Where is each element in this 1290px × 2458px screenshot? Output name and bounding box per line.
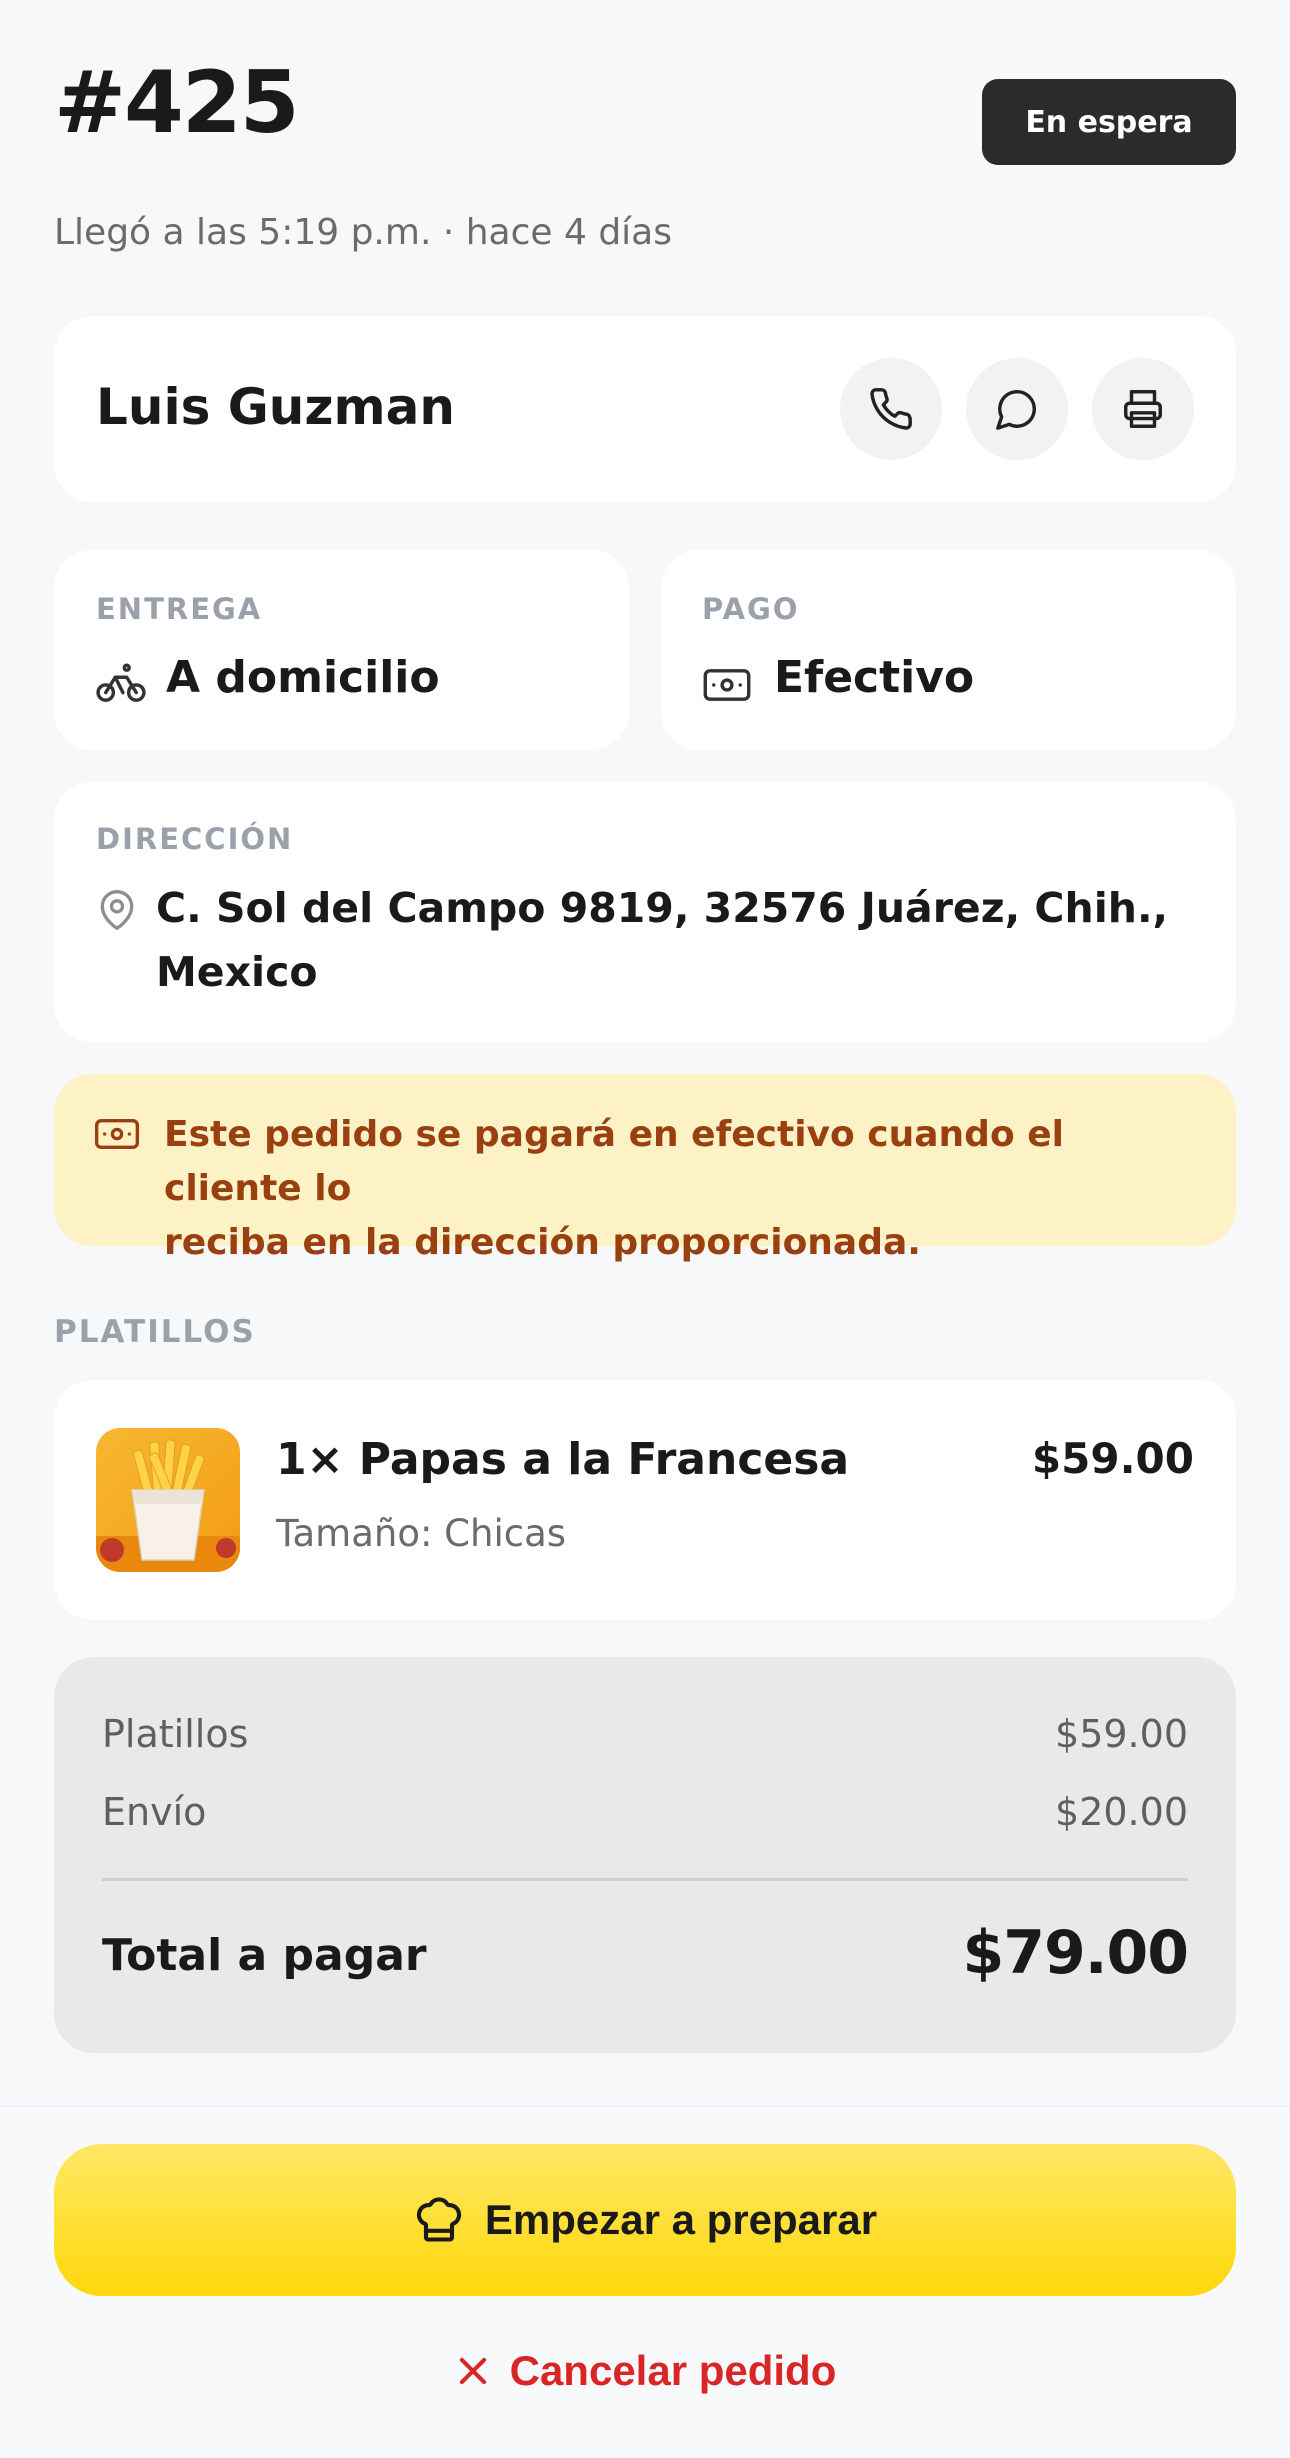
french-fries-image <box>96 1428 240 1572</box>
total-value: $79.00 <box>962 1918 1189 1988</box>
cash-notice-line-1: Este pedido se pagará en efectivo cuando… <box>164 1114 1064 1209</box>
cash-icon <box>703 669 751 701</box>
start-preparing-button[interactable]: Empezar a preparar <box>54 2144 1236 2296</box>
cash-notice-line-2: reciba en la dirección proporcionada. <box>164 1222 921 1263</box>
subtotal-value: $59.00 <box>1055 1712 1188 1756</box>
shipping-value: $20.00 <box>1055 1790 1188 1834</box>
items-section-label: PLATILLOS <box>54 1314 256 1350</box>
item-name: 1× Papas a la Francesa <box>276 1434 850 1485</box>
order-number: #425 <box>54 53 300 153</box>
printer-icon <box>1124 390 1162 428</box>
cash-notice-text: Este pedido se pagará en efectivo cuando… <box>164 1108 1204 1270</box>
item-option: Tamaño: Chicas <box>276 1512 567 1555</box>
chat-icon <box>996 390 1036 430</box>
message-button[interactable] <box>966 358 1068 460</box>
cash-icon <box>94 1119 140 1149</box>
delivery-card <box>54 550 629 750</box>
location-pin-icon <box>100 890 134 930</box>
item-image <box>96 1428 240 1572</box>
address-label: DIRECCIÓN <box>96 822 294 856</box>
customer-name: Luis Guzman <box>96 378 455 436</box>
address-line-1: C. Sol del Campo 9819, 32576 Juárez, Chi… <box>156 884 1169 932</box>
payment-value: Efectivo <box>774 652 975 703</box>
cancel-order-button[interactable]: Cancelar pedido <box>0 2340 1290 2402</box>
shipping-label: Envío <box>102 1790 207 1834</box>
delivery-value: A domicilio <box>166 652 440 703</box>
payment-label: PAGO <box>702 592 800 626</box>
phone-icon <box>870 388 912 430</box>
delivery-label: ENTREGA <box>96 592 263 626</box>
chef-hat-icon <box>416 2197 461 2242</box>
item-price: $59.00 <box>1031 1434 1194 1483</box>
subtotal-label: Platillos <box>102 1712 249 1756</box>
bicycle-icon <box>96 663 146 702</box>
status-badge: En espera <box>982 79 1236 165</box>
total-label: Total a pagar <box>102 1930 427 1981</box>
arrival-time: Llegó a las 5:19 p.m. · hace 4 días <box>54 212 672 253</box>
print-button[interactable] <box>1092 358 1194 460</box>
call-button[interactable] <box>840 358 942 460</box>
payment-card <box>661 550 1236 750</box>
totals-divider <box>102 1878 1188 1881</box>
address-line-2: Mexico <box>156 948 318 996</box>
close-icon <box>459 2357 486 2385</box>
cancel-order-label: Cancelar pedido <box>509 2347 837 2394</box>
start-preparing-label: Empezar a preparar <box>484 2196 878 2243</box>
